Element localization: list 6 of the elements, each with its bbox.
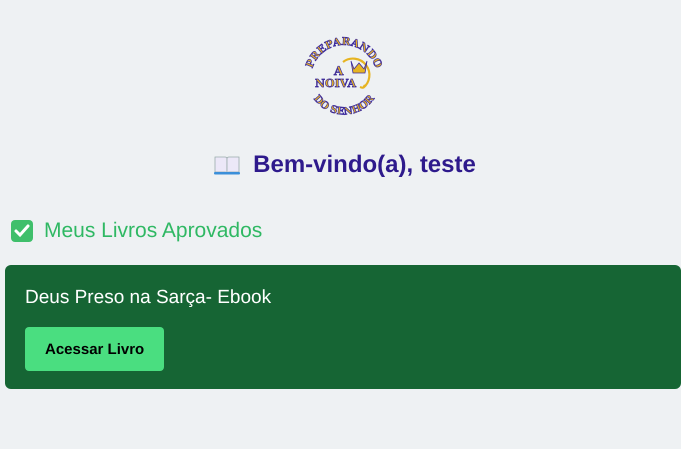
book-title: Deus Preso na Sarça- Ebook bbox=[25, 287, 272, 309]
open-book-icon bbox=[213, 154, 242, 176]
section-title: Meus Livros Aprovados bbox=[44, 219, 262, 243]
welcome-title: Bem-vindo(a), teste bbox=[253, 151, 476, 179]
check-icon bbox=[10, 219, 34, 243]
access-book-button[interactable]: Acessar Livro bbox=[25, 327, 164, 371]
